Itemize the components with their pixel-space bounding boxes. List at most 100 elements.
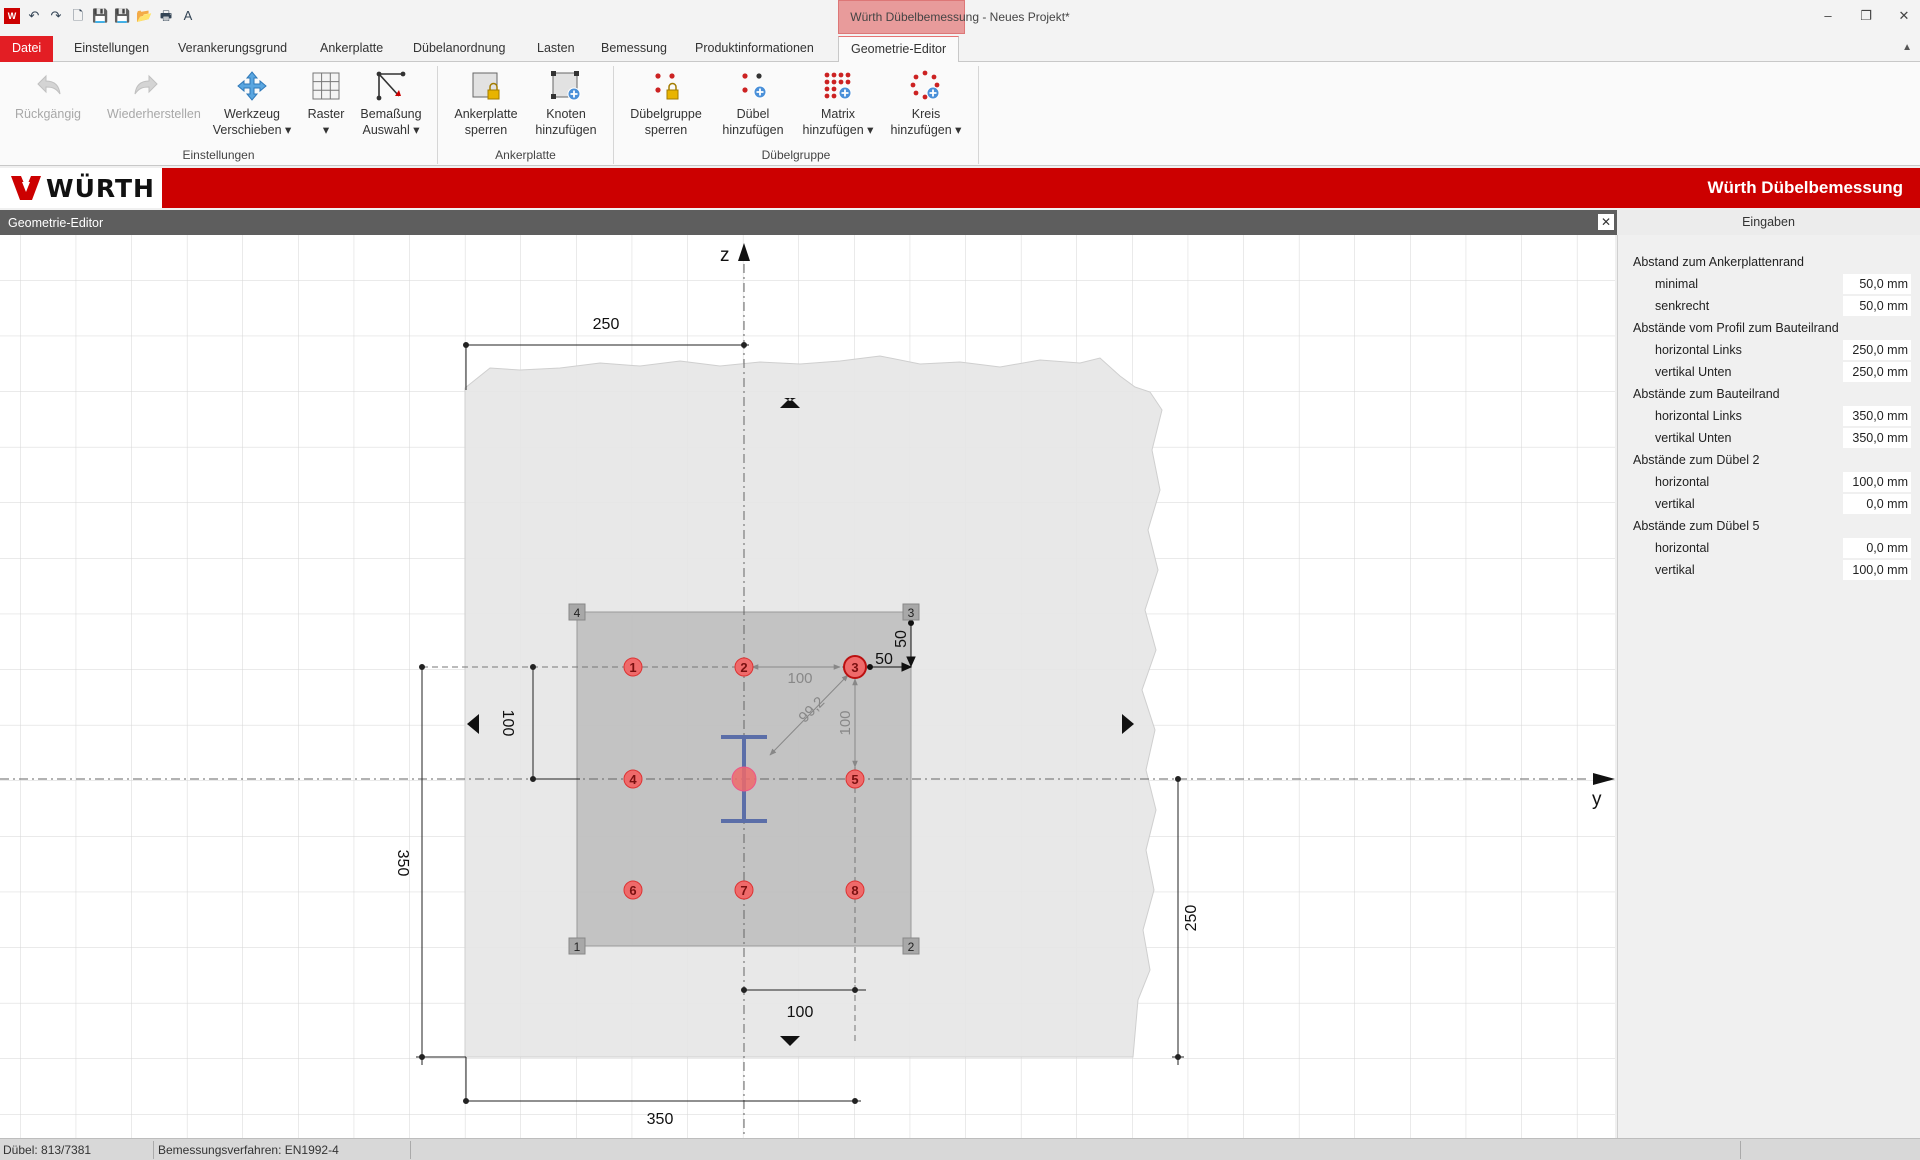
svg-text:1: 1 (629, 660, 636, 675)
input-label: Abstände zum Bauteilrand (1633, 387, 1780, 401)
logo-text: WÜRTH (46, 174, 155, 203)
add-node-button[interactable]: Knoten hinzufügen (526, 70, 606, 138)
tab-produktinformationen[interactable]: Produktinformationen (683, 36, 826, 62)
input-row: horizontal Links 250,0 mm (1618, 339, 1920, 361)
dimension-spacing-vertical-label: 100 (837, 710, 854, 735)
panel-title: Geometrie-Editor (8, 216, 104, 230)
dimension-select-button[interactable]: Bemaßung Auswahl ▾ (351, 70, 431, 138)
input-label: horizontal (1655, 475, 1710, 489)
input-section-header: Abstände vom Profil zum Bauteilrand (1618, 317, 1920, 339)
ribbon: Rückgängig Wiederherstellen Werkzeug Ver… (0, 62, 1920, 166)
wurth-logo: WÜRTH (0, 168, 162, 208)
move-arrows-icon (237, 71, 267, 101)
restore-button[interactable]: ❐ (1858, 8, 1874, 24)
group-ankerplatte: Ankerplatte sperren Knoten hinzufügen An… (438, 66, 614, 164)
corner-1[interactable]: 1 (568, 937, 586, 955)
input-section-header: Abstände zum Dübel 2 (1618, 449, 1920, 471)
ribbon-tabs: Datei Einstellungen Verankerungsgrund An… (0, 36, 1920, 63)
group-duebelgruppe: Dübelgruppe sperren Dübel hinzufügen Mat… (614, 66, 979, 164)
dowel-2[interactable]: 2 (734, 657, 754, 677)
tab-bemessung[interactable]: Bemessung (589, 36, 679, 62)
input-label: horizontal Links (1655, 409, 1742, 423)
svg-text:4: 4 (629, 772, 637, 787)
tab-ankerplatte[interactable]: Ankerplatte (308, 36, 395, 62)
tab-verankerungsgrund[interactable]: Verankerungsgrund (166, 36, 299, 62)
dowel-6[interactable]: 6 (623, 880, 643, 900)
dowel-8[interactable]: 8 (845, 880, 865, 900)
input-value-field[interactable]: 250,0 mm (1843, 362, 1911, 382)
input-value-field[interactable]: 0,0 mm (1843, 494, 1911, 514)
dowel-center[interactable] (731, 766, 757, 792)
dimension-edge-vertical-label: 50 (893, 630, 910, 648)
lock-plate-button[interactable]: Ankerplatte sperren (446, 70, 526, 138)
lock-group-button[interactable]: Dübelgruppe sperren (626, 70, 706, 138)
svg-text:5: 5 (851, 772, 858, 787)
tab-einstellungen[interactable]: Einstellungen (62, 36, 161, 62)
input-value-field[interactable]: 50,0 mm (1843, 274, 1911, 294)
input-value-field[interactable]: 100,0 mm (1843, 472, 1911, 492)
close-button[interactable]: ✕ (1896, 8, 1912, 24)
undo-button[interactable]: Rückgängig (8, 70, 88, 122)
input-value-field[interactable]: 250,0 mm (1843, 340, 1911, 360)
input-section-header: Abstände zum Bauteilrand (1618, 383, 1920, 405)
input-label: vertikal (1655, 563, 1695, 577)
input-value-field[interactable]: 350,0 mm (1843, 428, 1911, 448)
dowel-4[interactable]: 4 (623, 769, 643, 789)
add-circle-button[interactable]: Kreis hinzufügen ▾ (886, 70, 966, 138)
add-matrix-button[interactable]: Matrix hinzufügen ▾ (798, 70, 878, 138)
tab-lasten[interactable]: Lasten (525, 36, 587, 62)
input-label: minimal (1655, 277, 1699, 291)
group-label: Dübelgruppe (761, 148, 831, 162)
input-label: vertikal Unten (1655, 365, 1732, 379)
minimize-button[interactable]: – (1820, 8, 1836, 24)
input-label: vertikal Unten (1655, 431, 1732, 445)
collapse-ribbon-icon[interactable]: ▲ (1902, 42, 1912, 53)
svg-text:7: 7 (740, 883, 747, 898)
dimension-right-label: 250 (1183, 905, 1200, 932)
status-bar: Dübel: 813/7381 Bemessungsverfahren: EN1… (0, 1138, 1920, 1160)
tab-datei[interactable]: Datei (0, 36, 54, 62)
grid-icon (312, 72, 340, 100)
status-separator (153, 1141, 154, 1159)
move-tool-button[interactable]: Werkzeug Verschieben ▾ (212, 70, 292, 138)
dowel-3[interactable]: 3 (843, 655, 867, 679)
geometry-drawing[interactable]: z y 250 350 100 350 100 250 50 50 100 10… (0, 235, 1615, 1138)
dimension-bottom-outer-label: 350 (647, 1111, 674, 1128)
window-title: Würth Dübelbemessung - Neues Projekt* (850, 10, 1070, 24)
dimension-top-label: 250 (593, 316, 620, 333)
corner-3[interactable]: 3 (902, 603, 920, 621)
dimension-left-outer-label: 350 (394, 850, 411, 877)
redo-button[interactable]: Wiederherstellen (107, 70, 201, 122)
dowel-7[interactable]: 7 (734, 880, 754, 900)
input-row: horizontal 100,0 mm (1618, 471, 1920, 493)
inputs-panel: Abstand zum Ankerplattenrand minimal 50,0 … (1617, 235, 1920, 1138)
group-einstellungen: Rückgängig Wiederherstellen Werkzeug Ver… (0, 66, 438, 164)
status-dowel-count: Dübel: 813/7381 (3, 1143, 92, 1157)
corner-2[interactable]: 2 (902, 937, 920, 955)
input-value-field[interactable]: 100,0 mm (1843, 560, 1911, 580)
dimension-edge-horizontal-label: 50 (875, 651, 893, 668)
status-method: Bemessungsverfahren: EN1992-4 (158, 1143, 339, 1157)
input-label: Abstände zum Dübel 5 (1633, 519, 1760, 533)
svg-text:4: 4 (574, 606, 581, 620)
dowel-5[interactable]: 5 (845, 769, 865, 789)
input-label: Abstände vom Profil zum Bauteilrand (1633, 321, 1839, 335)
input-row: senkrecht 50,0 mm (1618, 295, 1920, 317)
add-dowel-button[interactable]: Dübel hinzufügen (713, 70, 793, 138)
input-row: vertikal Unten 350,0 mm (1618, 427, 1920, 449)
add-dowel-icon (742, 73, 767, 99)
product-title: Würth Dübelbemessung (1707, 178, 1903, 197)
tab-duebelanordnung[interactable]: Dübelanordnung (401, 36, 517, 62)
corner-4[interactable]: 4 (568, 603, 586, 621)
brand-bar: WÜRTH Würth Dübelbemessung (0, 168, 1920, 208)
input-value-field[interactable]: 350,0 mm (1843, 406, 1911, 426)
status-separator (410, 1141, 411, 1159)
input-value-field[interactable]: 0,0 mm (1843, 538, 1911, 558)
input-value-field[interactable]: 50,0 mm (1843, 296, 1911, 316)
close-panel-button[interactable]: ✕ (1598, 214, 1614, 230)
y-axis-label: y (1592, 789, 1602, 810)
dowel-1[interactable]: 1 (623, 657, 643, 677)
window-controls: – ❐ ✕ (1820, 8, 1912, 24)
tab-geometrie-editor[interactable]: Geometrie-Editor (838, 36, 960, 63)
geometry-canvas[interactable]: z y 250 350 100 350 100 250 50 50 100 10… (0, 235, 1615, 1138)
